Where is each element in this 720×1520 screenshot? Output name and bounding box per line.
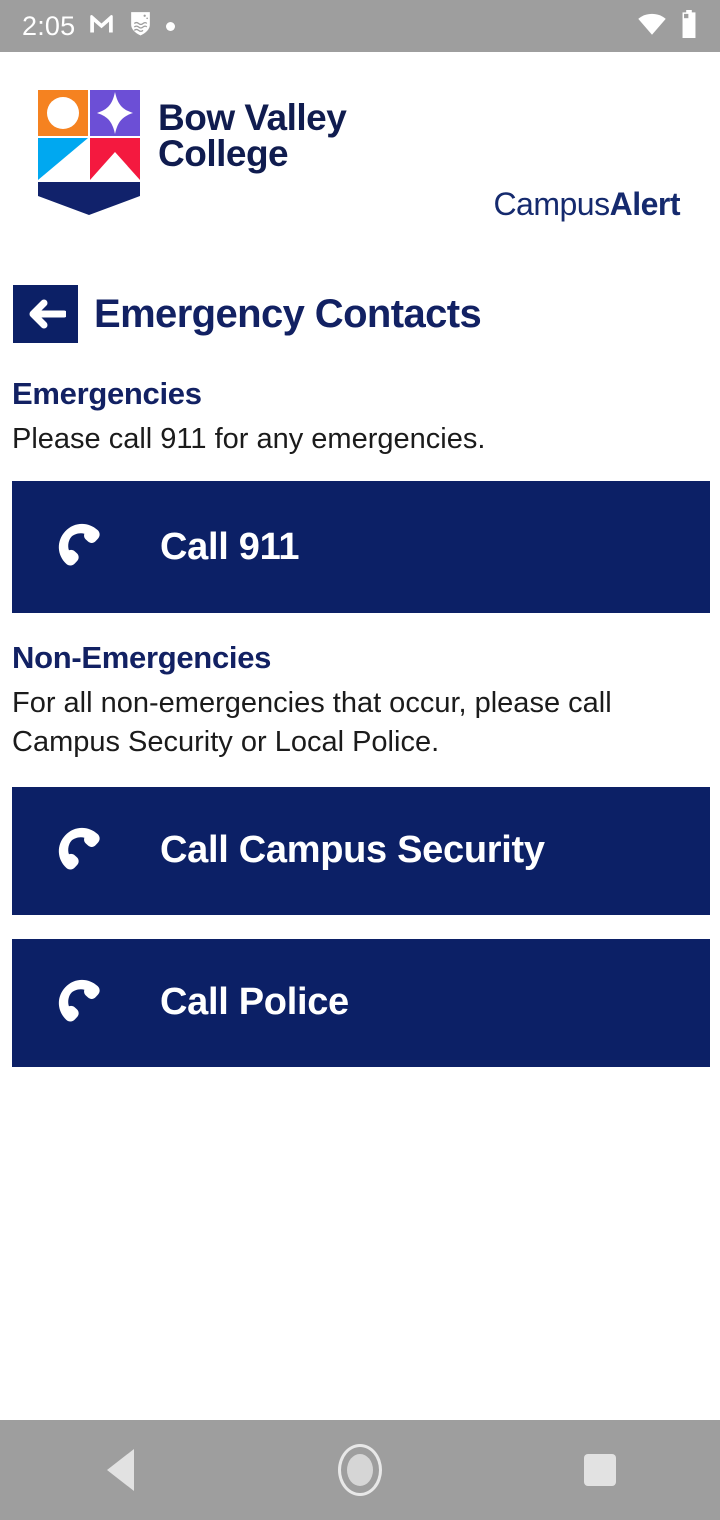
section-emergencies: Emergencies Please call 911 for any emer… (0, 375, 720, 614)
app-name-campus: Campus (493, 186, 610, 222)
android-nav-bar (0, 1420, 720, 1520)
app-name-wordmark: CampusAlert (493, 186, 680, 223)
section-heading: Non-Emergencies (12, 640, 272, 676)
logo-lockup: Bow Valley College (38, 90, 347, 215)
section-body: For all non-emergencies that occur, plea… (12, 686, 612, 759)
phone-handset-icon (50, 819, 114, 883)
page-header: Emergency Contacts (13, 285, 482, 343)
status-bar-right (637, 9, 698, 43)
page-title: Emergency Contacts (94, 292, 482, 336)
status-bar: 2:05 (0, 0, 720, 52)
android-recents-square-icon (584, 1454, 616, 1486)
app-screen: 2:05 Bow Valley College CampusAlert Emer… (0, 0, 720, 1520)
battery-icon (680, 9, 698, 43)
call-button-label: Call 911 (160, 525, 300, 568)
section-divider-space (0, 613, 720, 639)
college-name: Bow Valley College (158, 90, 347, 175)
call-button-label: Call Police (160, 981, 349, 1024)
section-body: Please call 911 for any emergencies. (12, 422, 486, 455)
nav-recents-button[interactable] (540, 1420, 660, 1520)
status-bar-clock: 2:05 (22, 10, 76, 41)
bow-valley-college-shield-icon (38, 90, 140, 215)
call-campus-security-button[interactable]: Call Campus Security (12, 786, 710, 915)
back-button[interactable] (13, 285, 78, 343)
college-name-line2: College (158, 133, 289, 175)
brand-header: Bow Valley College CampusAlert (0, 52, 720, 262)
arrow-left-icon (26, 297, 66, 331)
android-home-circle-icon (338, 1444, 382, 1496)
gmail-m-icon (88, 10, 115, 42)
college-name-line1: Bow Valley (158, 97, 347, 138)
call-button-label: Call Campus Security (160, 829, 545, 872)
section-non-emergencies: Non-Emergencies For all non-emergencies … (0, 639, 720, 1067)
android-back-triangle-icon (106, 1449, 134, 1491)
dot-indicator-icon (166, 21, 176, 31)
call-police-button[interactable]: Call Police (12, 938, 710, 1067)
app-crest-icon (128, 10, 153, 42)
nav-back-button[interactable] (60, 1420, 180, 1520)
section-heading: Emergencies (12, 376, 202, 411)
phone-handset-icon (50, 515, 114, 579)
wifi-icon (637, 11, 667, 42)
nav-home-button[interactable] (300, 1420, 420, 1520)
status-bar-left: 2:05 (22, 10, 176, 42)
home-circle-inner (347, 1454, 373, 1486)
phone-handset-icon (50, 971, 114, 1035)
call-911-button[interactable]: Call 911 (12, 481, 710, 614)
app-name-alert: Alert (609, 186, 681, 222)
content-area: Emergencies Please call 911 for any emer… (0, 375, 720, 1067)
